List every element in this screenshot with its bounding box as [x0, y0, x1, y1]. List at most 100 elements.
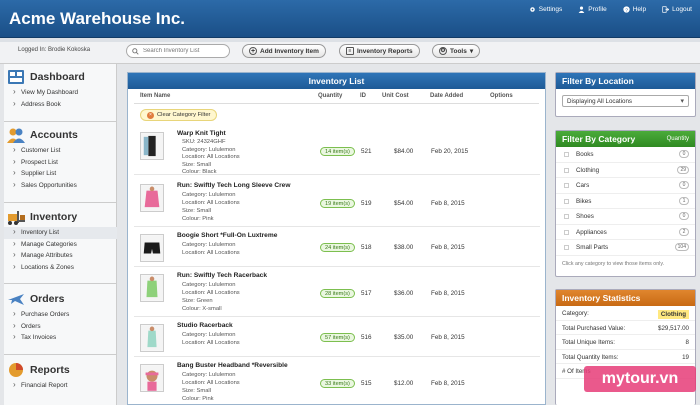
sidebar-item-prospect-list[interactable]: Prospect List	[4, 156, 117, 169]
logout-link[interactable]: Logout	[662, 6, 692, 13]
column-item-name[interactable]: Item Name	[140, 93, 170, 99]
stat-label: Total Quantity Items:	[562, 353, 619, 361]
checkbox[interactable]	[564, 152, 569, 157]
category-item[interactable]: Shoes 0	[556, 209, 695, 225]
product-thumbnail[interactable]	[140, 132, 164, 160]
date-added: Feb 8, 2015	[431, 380, 465, 387]
app-title: Acme Warehouse Inc.	[9, 9, 186, 28]
sidebar-item-locations-zones[interactable]: Locations & Zones	[4, 261, 117, 274]
checkbox[interactable]	[564, 229, 569, 235]
add-inventory-item-button[interactable]: + Add Inventory Item	[242, 44, 326, 58]
help-label: Help	[632, 6, 647, 13]
inventory-reports-button[interactable]: ≡ Inventory Reports	[339, 44, 420, 58]
table-row[interactable]: Run: Swiftly Tech Racerback Category: Lu…	[134, 269, 540, 317]
product-thumbnail[interactable]	[140, 274, 164, 302]
sidebar-item-inventory-list[interactable]: Inventory List	[4, 226, 117, 239]
inventory-reports-label: Inventory Reports	[357, 47, 413, 55]
category-item[interactable]: Small Parts 104	[556, 240, 695, 256]
sidebar-section-accounts: Accounts Customer List Prospect List Sup…	[4, 125, 117, 191]
sidebar-item-view-my-dashboard[interactable]: View My Dashboard	[4, 86, 117, 99]
toolbar: Logged In: Brodie Kokoska + Add Inventor…	[0, 42, 700, 64]
column-date-added[interactable]: Date Added	[430, 93, 463, 99]
column-quantity[interactable]: Quantity	[318, 93, 342, 99]
stat-value: $29,517.00	[658, 324, 689, 332]
sidebar-item-address-book[interactable]: Address Book	[4, 98, 117, 111]
table-row[interactable]: Warp Knit Tight SKU: 24324GHF Category: …	[134, 127, 540, 175]
product-name[interactable]: Bang Buster Headband *Reversible	[177, 362, 288, 369]
product-thumbnail[interactable]	[140, 324, 164, 352]
product-name[interactable]: Boogie Short *Full-On Luxtreme	[177, 232, 277, 239]
clear-category-filter-label: Clear Category Filter	[157, 112, 211, 118]
product-thumbnail[interactable]	[140, 234, 164, 262]
quantity-badge: 28 item(s)	[320, 289, 355, 298]
profile-link[interactable]: Profile	[578, 6, 607, 13]
sidebar-header-reports[interactable]: Reports	[4, 360, 117, 380]
category-count: 104	[674, 243, 689, 251]
user-icon	[578, 6, 585, 13]
sidebar-item-manage-categories[interactable]: Manage Categories	[4, 238, 117, 251]
sidebar-title-orders: Orders	[30, 293, 65, 305]
category-item[interactable]: Cars 0	[556, 178, 695, 194]
search-box[interactable]	[126, 44, 230, 58]
product-detail: Category: Lululemon	[182, 146, 236, 153]
product-name[interactable]: Run: Swiftly Tech Racerback	[177, 272, 267, 279]
sidebar-item-manage-attributes[interactable]: Manage Attributes	[4, 249, 117, 262]
sidebar-item-financial-report[interactable]: Financial Report	[4, 379, 117, 392]
checkbox[interactable]	[564, 183, 569, 188]
stat-row: Total Quantity Items: 19	[556, 350, 695, 364]
checkbox[interactable]	[564, 167, 569, 173]
sidebar-header-inventory[interactable]: Inventory	[4, 207, 117, 227]
stat-label: Category:	[562, 310, 589, 317]
sidebar-header-dashboard[interactable]: Dashboard	[4, 67, 117, 87]
search-input[interactable]	[143, 48, 223, 54]
location-select[interactable]: Displaying All Locations	[562, 95, 689, 107]
quantity-badge: 57 item(s)	[320, 333, 355, 342]
category-item[interactable]: Books 0	[556, 147, 695, 163]
tools-dropdown-button[interactable]: ⚙ Tools ▾	[432, 44, 481, 58]
clear-category-filter-button[interactable]: × Clear Category Filter	[140, 109, 218, 121]
quantity-badge: 33 item(s)	[320, 379, 355, 388]
table-row[interactable]: Bang Buster Headband *Reversible Categor…	[134, 359, 540, 405]
unit-cost: $84.00	[394, 148, 414, 155]
column-options: Options	[490, 93, 513, 99]
product-thumbnail[interactable]	[140, 184, 164, 212]
column-unit-cost[interactable]: Unit Cost	[382, 93, 409, 99]
table-row[interactable]: Studio Racerback Category: Lululemon Loc…	[134, 319, 540, 357]
sidebar-item-orders[interactable]: Orders	[4, 320, 117, 333]
product-thumbnail[interactable]	[140, 364, 164, 392]
sidebar-title-reports: Reports	[30, 364, 70, 376]
stat-value: Clothing	[657, 310, 689, 319]
profile-label: Profile	[588, 6, 607, 13]
sidebar-item-sales-opportunities[interactable]: Sales Opportunities	[4, 179, 117, 192]
product-name[interactable]: Run: Swiftly Tech Long Sleeve Crew	[177, 182, 290, 189]
category-item[interactable]: Appliances 2	[556, 225, 695, 240]
sidebar-item-customer-list[interactable]: Customer List	[4, 144, 117, 157]
sidebar-title-accounts: Accounts	[30, 129, 78, 141]
dashboard-icon	[8, 70, 24, 84]
category-item[interactable]: Bikes 1	[556, 194, 695, 209]
filter-by-category-header: Filter By Category Quantity	[556, 131, 695, 147]
column-id[interactable]: ID	[360, 93, 366, 99]
product-name[interactable]: Studio Racerback	[177, 322, 233, 329]
inventory-column-headers: Item Name Quantity ID Unit Cost Date Add…	[128, 91, 545, 103]
stat-row: Total Unique Items: 8	[556, 335, 695, 350]
sidebar-header-accounts[interactable]: Accounts	[4, 125, 117, 145]
table-row[interactable]: Run: Swiftly Tech Long Sleeve Crew Categ…	[134, 179, 540, 227]
category-item[interactable]: Clothing 29	[556, 163, 695, 178]
checkbox[interactable]	[564, 214, 569, 219]
close-icon: ×	[147, 111, 154, 119]
sidebar-item-tax-invoices[interactable]: Tax Invoices	[4, 331, 117, 344]
product-detail: Location: All Locations	[182, 340, 240, 346]
category-count: 1	[679, 196, 689, 205]
sidebar-item-supplier-list[interactable]: Supplier List	[4, 167, 117, 180]
table-row[interactable]: Boogie Short *Full-On Luxtreme Category:…	[134, 229, 540, 267]
checkbox[interactable]	[564, 198, 569, 204]
checkbox[interactable]	[564, 245, 569, 250]
product-name[interactable]: Warp Knit Tight	[177, 130, 226, 137]
sidebar-item-purchase-orders[interactable]: Purchase Orders	[4, 308, 117, 321]
settings-link[interactable]: Settings	[529, 6, 562, 13]
help-icon: ?	[623, 6, 630, 13]
category-name: Small Parts	[576, 244, 609, 251]
sidebar-header-orders[interactable]: Orders	[4, 289, 117, 309]
help-link[interactable]: ? Help	[623, 6, 646, 13]
